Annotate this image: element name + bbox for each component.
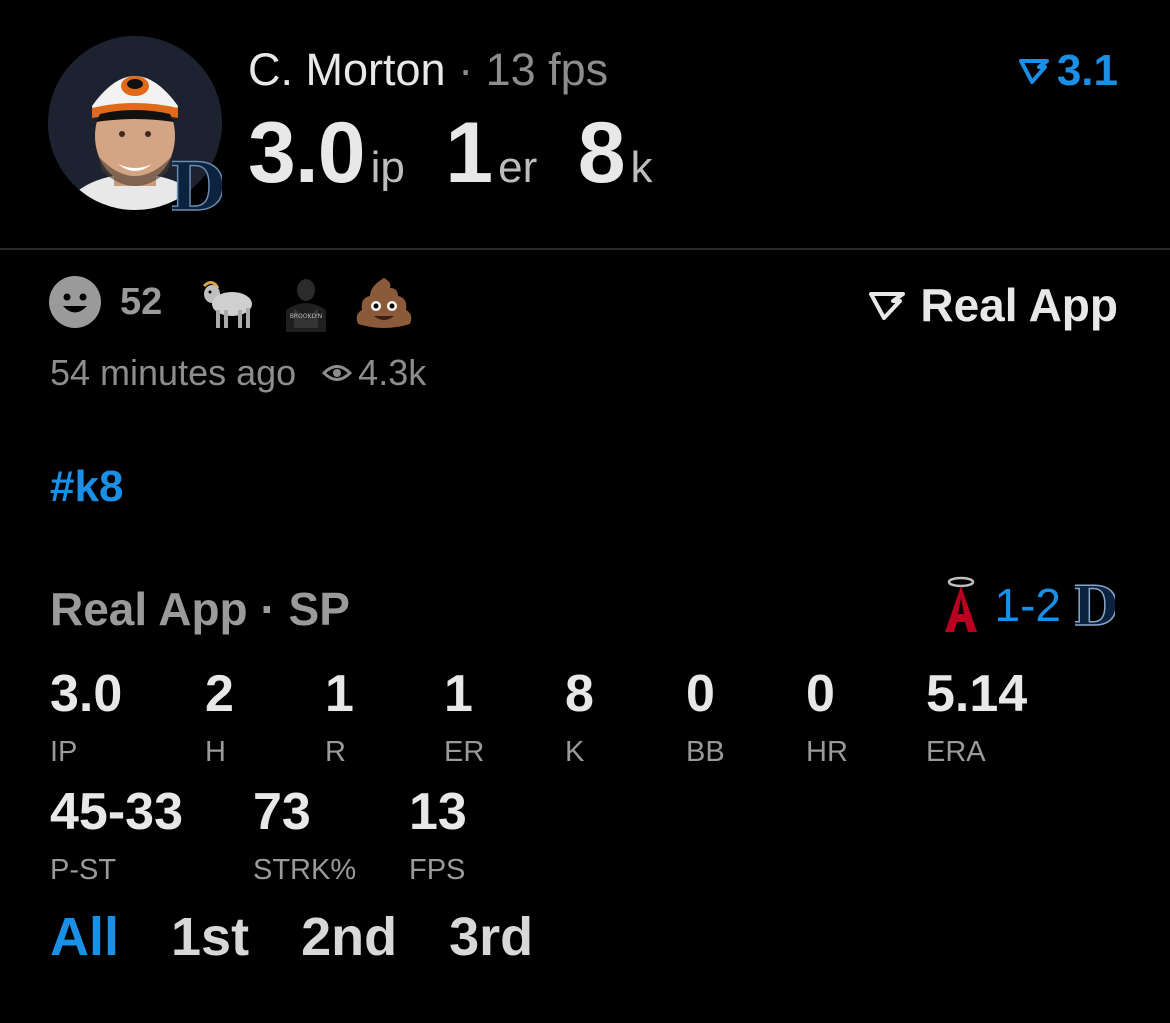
stat-fps: 13 FPS	[409, 786, 467, 885]
k-value: 8	[577, 105, 626, 201]
stat-label: ER	[444, 736, 485, 768]
stat-label: HR	[806, 736, 848, 768]
name-separator: ·	[458, 44, 474, 95]
source-name: Real App	[920, 279, 1118, 331]
stat-era: 5.14 ERA	[926, 668, 1027, 767]
stat-value: 8	[565, 665, 594, 723]
stat-value: 0	[806, 665, 835, 723]
poop-emoji[interactable]	[354, 272, 414, 332]
stat-value: 5.14	[926, 665, 1028, 723]
stat-value: 73	[253, 783, 311, 841]
stat-value: 2	[205, 665, 234, 723]
game-score[interactable]: 1-2 D	[941, 576, 1115, 634]
top-score[interactable]: 3.1	[1018, 46, 1118, 96]
hashtag-link[interactable]: #k8	[50, 462, 123, 512]
tigers-logo-icon: D	[172, 150, 222, 220]
stat-k: 8 K	[565, 668, 594, 767]
pitching-statline: 3.0 ip 1 er 8k	[248, 104, 689, 203]
svg-text:D: D	[1075, 577, 1115, 633]
stat-ip: 3.0 IP	[50, 668, 122, 767]
game-score-value: 1-2	[994, 579, 1061, 631]
time-ago: 54 minutes ago	[50, 352, 297, 393]
tab-1st[interactable]: 1st	[171, 906, 249, 968]
stat-label: FPS	[409, 854, 466, 886]
stat-label: K	[565, 736, 585, 768]
eye-icon	[322, 365, 353, 381]
post-meta: 54 minutes ago 4.3k	[50, 352, 426, 394]
reaction-bar: 52 BROOKLYN	[48, 272, 414, 332]
stat-label: P-ST	[50, 854, 117, 886]
stat-strike-pct: 73 STRK%	[253, 786, 356, 885]
top-score-value: 3.1	[1056, 46, 1118, 95]
real-app-logo-icon	[1018, 59, 1049, 84]
stat-label: R	[325, 736, 346, 768]
ip-value: 3.0	[248, 105, 366, 201]
stat-value: 13	[409, 783, 467, 841]
stat-hr: 0 HR	[806, 668, 848, 767]
stat-label: H	[205, 736, 226, 768]
k-unit: k	[630, 143, 653, 192]
stat-value: 1	[325, 665, 354, 723]
views: 4.3k	[322, 352, 426, 394]
stat-pitches-strikes: 45-33 P-ST	[50, 786, 183, 885]
stat-er: 1 ER	[444, 668, 484, 767]
player-name[interactable]: C. Morton	[248, 44, 446, 95]
player-name-line: C. Morton · 13 fps	[248, 44, 608, 96]
stat-bb: 0 BB	[686, 668, 725, 767]
svg-text:D: D	[172, 150, 222, 220]
header-divider	[0, 248, 1170, 250]
stat-value: 0	[686, 665, 715, 723]
real-app-logo-icon	[869, 292, 906, 320]
er-value: 1	[445, 105, 493, 201]
reaction-count: 52	[120, 280, 163, 323]
game-title: Real App · SP	[50, 583, 350, 635]
stat-h: 2 H	[205, 668, 234, 767]
tab-3rd[interactable]: 3rd	[449, 906, 533, 968]
er-unit: er	[498, 143, 538, 192]
stat-label: ERA	[926, 736, 986, 768]
fps-text: 13 fps	[485, 44, 609, 95]
stat-value: 3.0	[50, 665, 123, 723]
svg-text:BROOKLYN: BROOKLYN	[290, 313, 322, 320]
tigers-logo-icon: D	[1075, 577, 1115, 633]
view-count: 4.3k	[358, 352, 427, 393]
brooklyn-player-emoji[interactable]: BROOKLYN	[276, 272, 336, 332]
stat-label: IP	[50, 736, 78, 768]
smiley-icon[interactable]	[48, 275, 102, 329]
inning-tabs: All 1st 2nd 3rd	[50, 906, 585, 968]
stat-value: 1	[444, 665, 473, 723]
stat-label: BB	[686, 736, 725, 768]
stat-r: 1 R	[325, 668, 354, 767]
source-label[interactable]: Real App	[868, 278, 1118, 332]
stat-value: 45-33	[50, 783, 183, 841]
ip-unit: ip	[370, 143, 405, 192]
stat-label: STRK%	[253, 854, 357, 886]
goat-emoji[interactable]	[198, 272, 258, 332]
angels-logo-icon	[944, 576, 977, 632]
tab-2nd[interactable]: 2nd	[301, 906, 397, 968]
tab-all[interactable]: All	[50, 906, 119, 968]
